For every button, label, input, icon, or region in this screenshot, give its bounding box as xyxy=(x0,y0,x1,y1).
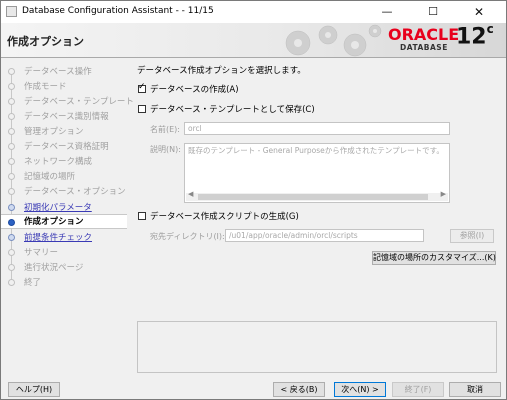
gen-scripts-checkbox[interactable] xyxy=(138,212,146,220)
nav-step-item: データベース識別情報 xyxy=(1,109,127,123)
step-navigator: データベース操作 作成モードデータベース・テンプレート データベース識別情報 管理オプ… xyxy=(1,58,134,378)
nav-step-item: 管理オプション xyxy=(1,124,127,138)
step-dot-icon xyxy=(8,113,15,120)
step-dot-icon xyxy=(8,68,15,75)
nav-step-item: 進行状況ページ xyxy=(1,260,127,274)
main-panel: データベース作成オプションを選択します。 データベースの作成(A) データベース… xyxy=(128,58,500,376)
dbca-window: Database Configuration Assistant - - 11/… xyxy=(0,0,507,400)
back-button[interactable]: < 戻る(B) xyxy=(273,382,325,397)
nav-step-label: 進行状況ページ xyxy=(24,263,84,273)
description-text: 既存のテンプレート - General Purposeから作成されたテンプレート… xyxy=(188,146,444,155)
nav-step-label: 作成オプション xyxy=(24,217,84,227)
nav-step-label: データベース操作 xyxy=(24,67,92,77)
step-dot-icon xyxy=(8,279,15,286)
nav-step-item[interactable]: 初期化パラメータ xyxy=(1,200,127,214)
messages-panel xyxy=(137,321,497,373)
dest-dir-input[interactable]: /u01/app/oracle/admin/orcl/scripts xyxy=(225,229,424,242)
finish-button[interactable]: 終了(F) xyxy=(392,382,444,397)
app-icon xyxy=(6,6,17,17)
step-dot-icon xyxy=(8,173,15,180)
header-banner: 作成オプション ORACLE DATABASE 12c xyxy=(1,22,506,58)
gears-icon xyxy=(285,24,382,57)
nav-step-label: データベース資格証明 xyxy=(24,142,109,152)
minimize-button[interactable]: — xyxy=(370,1,404,23)
nav-step-label: 前提条件チェック xyxy=(24,233,93,243)
nav-step-item: データベース操作 xyxy=(1,64,127,78)
step-dot-icon xyxy=(8,219,15,226)
window-title: Database Configuration Assistant - - 11/… xyxy=(22,6,214,16)
name-label: 名前(E): xyxy=(150,125,180,134)
template-description-input[interactable]: 既存のテンプレート - General Purposeから作成されたテンプレート… xyxy=(184,143,450,203)
nav-step-label: 初期化パラメータ xyxy=(24,203,92,213)
step-dot-icon xyxy=(8,249,15,256)
save-template-label[interactable]: データベース・テンプレートとして保存(C) xyxy=(150,103,315,115)
nav-step-label: データベース・テンプレート xyxy=(24,97,134,107)
nav-step-item: ネットワーク構成 xyxy=(1,154,127,168)
version-number: 12 xyxy=(456,24,487,50)
step-dot-icon xyxy=(8,143,15,150)
scroll-left-icon[interactable]: ◀ xyxy=(188,190,193,198)
database-label: DATABASE xyxy=(400,43,448,52)
browse-button[interactable]: 参照(I) xyxy=(450,229,494,243)
nav-step-item: サマリー xyxy=(1,245,127,259)
nav-step-item: データベース・テンプレート xyxy=(1,94,134,108)
save-template-checkbox[interactable] xyxy=(138,105,146,113)
close-button[interactable]: ✕ xyxy=(462,1,496,23)
version-badge: 12c xyxy=(456,22,494,50)
gen-scripts-label[interactable]: データベース作成スクリプトの生成(G) xyxy=(150,210,299,222)
version-suffix: c xyxy=(486,22,494,36)
next-button[interactable]: 次へ(N) > xyxy=(334,382,386,397)
nav-step-item: 終了 xyxy=(1,275,127,289)
step-dot-icon xyxy=(8,234,15,241)
title-bar: Database Configuration Assistant - - 11/… xyxy=(1,1,506,23)
nav-step-label: ネットワーク構成 xyxy=(24,157,93,167)
template-name-input[interactable]: orcl xyxy=(184,122,450,135)
page-title: 作成オプション xyxy=(7,35,84,48)
description-label: 説明(N): xyxy=(150,145,181,154)
nav-step-label: 管理オプション xyxy=(24,127,84,137)
step-dot-icon xyxy=(8,83,15,90)
cancel-button[interactable]: 取消 xyxy=(449,382,501,397)
intro-text: データベース作成オプションを選択します。 xyxy=(137,66,306,76)
oracle-logo: ORACLE xyxy=(388,25,460,44)
step-dot-icon xyxy=(8,264,15,271)
step-dot-icon xyxy=(8,204,15,211)
nav-step-label: 終了 xyxy=(24,278,42,288)
nav-step-item[interactable]: 前提条件チェック xyxy=(1,230,127,244)
create-db-label[interactable]: データベースの作成(A) xyxy=(150,83,239,95)
nav-step-label: データベース識別情報 xyxy=(24,112,109,122)
scroll-thumb[interactable] xyxy=(198,194,428,200)
step-dot-icon xyxy=(8,98,15,105)
nav-step-item[interactable]: 作成オプション xyxy=(1,214,127,229)
customize-storage-button[interactable]: 記憶域の場所のカスタマイズ...(K) xyxy=(372,251,496,265)
nav-step-label: サマリー xyxy=(24,248,59,258)
maximize-button[interactable]: ☐ xyxy=(416,1,450,23)
nav-step-label: データベース・オプション xyxy=(24,187,126,197)
nav-step-label: 記憶域の場所 xyxy=(24,172,76,182)
nav-step-item: データベース・オプション xyxy=(1,184,127,198)
help-button[interactable]: ヘルプ(H) xyxy=(8,382,60,397)
nav-step-item: 記憶域の場所 xyxy=(1,169,127,183)
nav-step-item: 作成モード xyxy=(1,79,127,93)
create-db-checkbox[interactable] xyxy=(138,82,146,93)
scroll-right-icon[interactable]: ▶ xyxy=(441,190,446,198)
nav-step-label: 作成モード xyxy=(24,82,67,92)
nav-step-item: データベース資格証明 xyxy=(1,139,127,153)
dest-dir-label: 宛先ディレクトリ(I): xyxy=(150,232,225,241)
description-hscrollbar[interactable]: ◀ ▶ xyxy=(186,190,448,201)
step-dot-icon xyxy=(8,188,15,195)
step-dot-icon xyxy=(8,128,15,135)
step-dot-icon xyxy=(8,158,15,165)
